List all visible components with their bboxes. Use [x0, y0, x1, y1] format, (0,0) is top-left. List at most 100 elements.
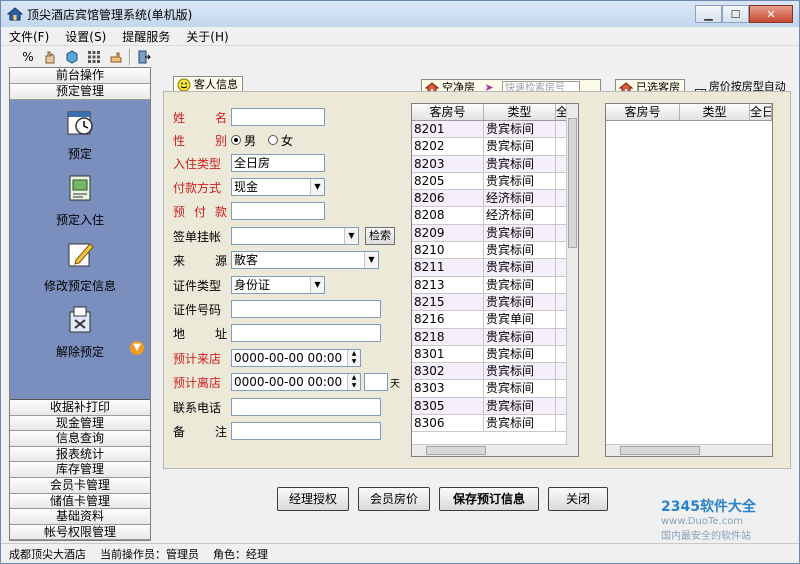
table-row[interactable]: 8305 贵宾标间 [412, 397, 578, 416]
room-type-cell: 贵宾标间 [484, 397, 556, 415]
percent-icon[interactable]: % [19, 48, 37, 66]
edit-icon [68, 243, 94, 267]
deposit-label: 预付款 [173, 204, 227, 219]
table-row[interactable]: 8205 贵宾标间 [412, 172, 578, 191]
room-table-hscroll[interactable] [412, 444, 568, 456]
app-window: 顶尖酒店宾馆管理系统(单机版) ▁ ☐ ✕ 文件(F) 设置(S) 提醒服务 关… [0, 0, 800, 564]
table-row[interactable]: 8301 贵宾标间 [412, 345, 578, 364]
menu-file[interactable]: 文件(F) [9, 28, 49, 45]
task-cancel-reservation[interactable]: 解除预定 [10, 304, 150, 360]
table-row[interactable]: 8203 贵宾标间 [412, 155, 578, 173]
close-window-button[interactable]: ✕ [749, 5, 793, 23]
col-room-number[interactable]: 客房号 [412, 104, 484, 120]
clock-calendar-icon [67, 111, 93, 135]
gender-male-radio[interactable]: 男 [231, 132, 256, 149]
menu-about[interactable]: 关于(H) [186, 28, 228, 45]
name-input[interactable] [231, 108, 325, 126]
table-row[interactable]: 8211 贵宾标间 [412, 259, 578, 277]
source-select[interactable]: 散客 ▼ [231, 251, 379, 269]
nav-front-desk[interactable]: 前台操作 [10, 68, 150, 84]
row-deposit: 预付款 [173, 201, 325, 221]
gender-label: 性别 [173, 133, 227, 148]
menu-reminder[interactable]: 提醒服务 [122, 28, 170, 45]
table-row[interactable]: 8213 贵宾标间 [412, 276, 578, 294]
minimize-button[interactable]: ▁ [695, 5, 722, 23]
departure-datetime-input[interactable]: 0000-00-00 00:00 ▲ ▼ [231, 373, 361, 391]
member-rate-button[interactable]: 会员房价 [358, 487, 430, 511]
nav-member-card[interactable]: 会员卡管理 [10, 477, 150, 494]
menu-settings[interactable]: 设置(S) [65, 28, 106, 45]
scroll-down-icon[interactable]: ▼ [130, 341, 144, 355]
nav-info-query[interactable]: 信息查询 [10, 431, 150, 447]
room-number-cell: 8303 [412, 380, 484, 397]
spinner-icon: ▲ ▼ [347, 374, 360, 390]
nav-reservation-management[interactable]: 预定管理 [10, 84, 150, 100]
room-table-vscroll[interactable] [566, 104, 578, 456]
id-number-input[interactable] [231, 300, 381, 318]
nav-receipt-reprint[interactable]: 收据补打印 [10, 400, 150, 416]
checkin-type-label: 入住类型 [173, 156, 222, 171]
id-type-select[interactable]: 身份证 ▼ [231, 276, 325, 294]
phone-input[interactable] [231, 398, 381, 416]
payment-select[interactable]: 现金 ▼ [231, 178, 325, 196]
exit-icon[interactable] [135, 48, 153, 66]
hand-icon[interactable] [41, 48, 59, 66]
table-row[interactable]: 8206 经济标间 [412, 190, 578, 208]
table-row[interactable]: 8306 贵宾标间 [412, 415, 578, 433]
table-row[interactable]: 8216 贵宾单间 [412, 311, 578, 329]
table-row[interactable]: 8210 贵宾标间 [412, 242, 578, 260]
table-row[interactable]: 8303 贵宾标间 [412, 380, 578, 398]
col-selected-full-day[interactable]: 全日 [750, 104, 772, 120]
grid-icon[interactable] [85, 48, 103, 66]
task-modify-reservation-label: 修改预定信息 [43, 279, 116, 293]
room-number-cell: 8211 [412, 259, 484, 276]
nav-inventory[interactable]: 库存管理 [10, 462, 150, 478]
table-row[interactable]: 8209 贵宾标间 [412, 224, 578, 243]
save-reservation-button[interactable]: 保存预订信息 [439, 487, 539, 511]
close-button[interactable]: 关闭 [548, 487, 608, 511]
sign-account-select[interactable]: ▼ [231, 227, 359, 245]
col-room-type[interactable]: 类型 [484, 104, 556, 120]
name-label: 姓名 [173, 110, 227, 125]
remark-label: 备注 [173, 424, 227, 439]
table-row[interactable]: 8302 贵宾标间 [412, 363, 578, 381]
col-selected-room-type[interactable]: 类型 [680, 104, 750, 120]
nav-account-permissions[interactable]: 帐号权限管理 [10, 524, 150, 541]
payment-label: 付款方式 [173, 180, 222, 195]
task-modify-reservation[interactable]: 修改预定信息 [10, 238, 150, 294]
room-type-cell: 贵宾标间 [484, 415, 556, 432]
checkin-icon [69, 175, 91, 201]
nav-stored-value-card[interactable]: 储值卡管理 [10, 493, 150, 510]
table-row[interactable]: 8218 贵宾标间 [412, 328, 578, 346]
house-icon [7, 7, 23, 21]
cube-icon[interactable] [63, 48, 81, 66]
maximize-button[interactable]: ☐ [722, 5, 749, 23]
nav-cash-management[interactable]: 现金管理 [10, 415, 150, 432]
arrival-datetime-input[interactable]: 0000-00-00 00:00 ▲ ▼ [231, 349, 361, 367]
room-number-cell: 8216 [412, 311, 484, 328]
task-reserve[interactable]: 预定 [10, 106, 150, 162]
row-departure: 预计离店 0000-00-00 00:00 ▲ ▼ 天 [173, 372, 400, 392]
days-input[interactable] [364, 373, 388, 391]
table-row[interactable]: 8215 贵宾标间 [412, 293, 578, 312]
task-cancel-reservation-label: 解除预定 [55, 345, 104, 359]
hand-point-icon[interactable] [107, 48, 125, 66]
address-input[interactable] [231, 324, 381, 342]
table-row[interactable]: 8201 贵宾标间 [412, 121, 578, 139]
search-button[interactable]: 检索 [365, 227, 395, 245]
table-row[interactable]: 8202 贵宾标间 [412, 138, 578, 156]
remark-input[interactable] [231, 422, 381, 440]
row-id-type: 证件类型 身份证 ▼ [173, 275, 325, 295]
gender-female-radio[interactable]: 女 [268, 132, 293, 149]
checkin-type-input[interactable]: 全日房 [231, 154, 325, 172]
task-reserve-checkin[interactable]: 预定入住 [10, 172, 150, 228]
nav-basic-data[interactable]: 基础资料 [10, 509, 150, 525]
col-selected-room-number[interactable]: 客房号 [606, 104, 680, 120]
nav-reports[interactable]: 报表统计 [10, 446, 150, 463]
manager-authorize-button[interactable]: 经理授权 [277, 487, 349, 511]
title-bar: 顶尖酒店宾馆管理系统(单机版) ▁ ☐ ✕ [1, 1, 799, 27]
selected-table-hscroll[interactable] [606, 444, 772, 456]
room-type-cell: 贵宾标间 [484, 224, 556, 242]
deposit-input[interactable] [231, 202, 325, 220]
table-row[interactable]: 8208 经济标间 [412, 207, 578, 225]
